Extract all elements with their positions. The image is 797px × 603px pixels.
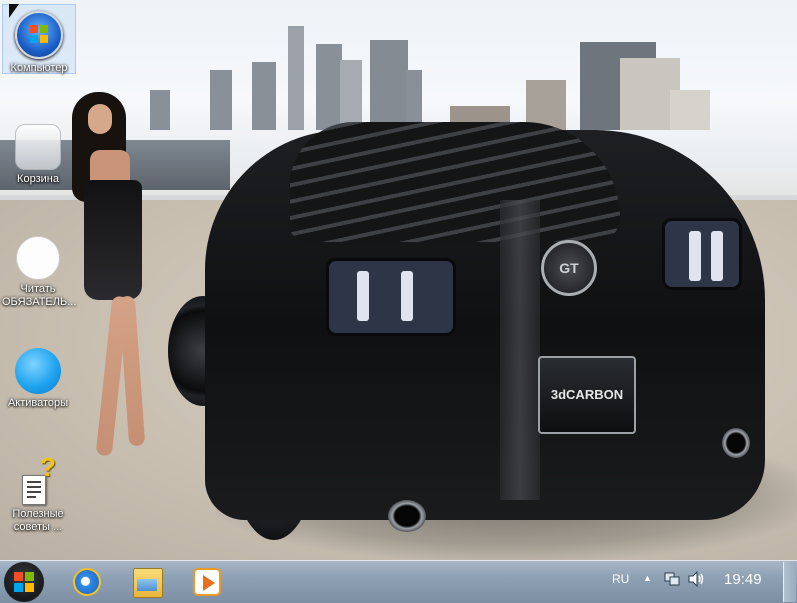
car-exhaust-right [722, 428, 750, 458]
taskbar-media-player[interactable] [180, 563, 234, 601]
car-rear-window-louvers [290, 122, 620, 242]
desktop-icon-label: Корзина [17, 173, 59, 185]
activators-icon [15, 348, 61, 394]
taskbar-internet-explorer[interactable] [60, 563, 114, 601]
help-tips-icon: ? [16, 454, 60, 505]
internet-explorer-icon [69, 564, 105, 600]
desktop-icon-recycle-bin[interactable]: Корзина [2, 118, 74, 186]
show-hidden-icons-button[interactable]: ▲ [643, 573, 652, 583]
taskbar: RU ▲ 19:49 [0, 560, 797, 603]
car-stripe [500, 200, 540, 500]
desktop-icon-label: Компьютер [10, 62, 68, 74]
volume-icon[interactable] [688, 570, 706, 588]
read-first-icon [16, 236, 60, 280]
desktop-icon-label: Читать ОБЯЗАТЕЛЬ... [2, 283, 77, 308]
desktop-icon-useful-tips[interactable]: ? Полезные советы ... [2, 454, 74, 534]
car-gt-badge: GT [541, 240, 597, 296]
desktop-icon-read-first[interactable]: Читать ОБЯЗАТЕЛЬ... [2, 230, 77, 309]
car-license-plate: 3dCARBON [538, 356, 636, 434]
windows-explorer-icon [133, 568, 163, 598]
media-player-icon [193, 568, 221, 596]
desktop-icon-activators[interactable]: Активаторы [2, 342, 74, 410]
car-exhaust-left [388, 500, 426, 532]
start-button[interactable] [4, 562, 44, 602]
car-right-taillight [662, 218, 742, 290]
language-indicator[interactable]: RU [612, 572, 629, 586]
show-desktop-button[interactable] [783, 562, 796, 602]
desktop-icon-label: Активаторы [7, 397, 69, 409]
desktop-wallpaper: GT 3dCARBON [0, 0, 797, 560]
woman-dress [84, 180, 142, 300]
recycle-bin-icon [15, 124, 61, 170]
car-left-taillight [326, 258, 456, 336]
windows-logo-icon [30, 25, 48, 43]
mouse-cursor-icon [9, 4, 19, 18]
computer-icon [15, 11, 63, 59]
woman-face [88, 104, 112, 134]
taskbar-windows-explorer[interactable] [120, 563, 174, 601]
desktop-icon-label: Полезные советы ... [12, 508, 64, 533]
network-icon[interactable] [664, 571, 680, 587]
windows-logo-icon [14, 572, 34, 592]
clock[interactable]: 19:49 [724, 571, 762, 588]
city-skyline [150, 20, 710, 130]
